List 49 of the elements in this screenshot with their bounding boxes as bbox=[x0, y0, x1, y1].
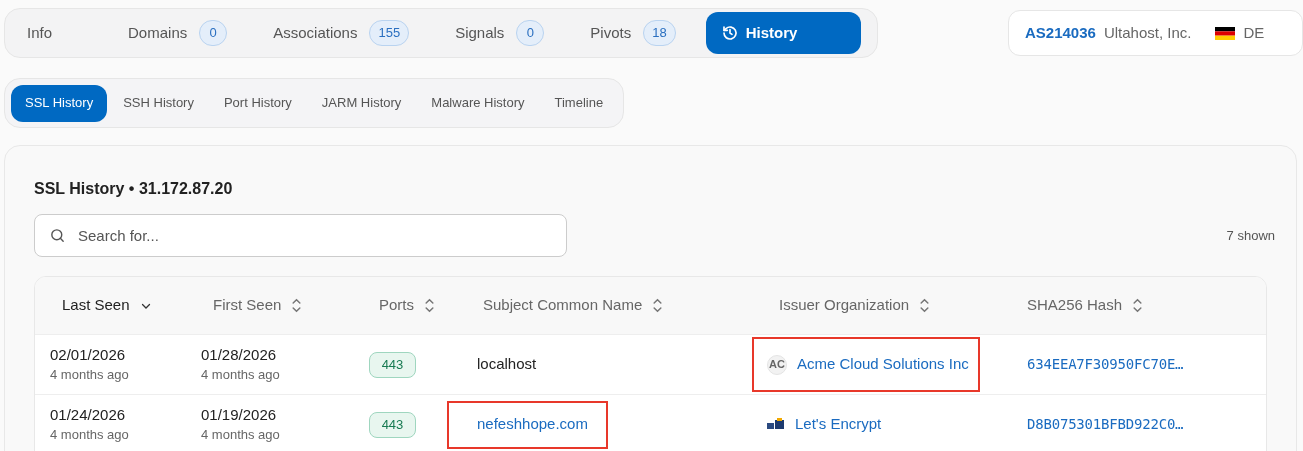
relative-time: 4 months ago bbox=[201, 425, 281, 444]
main-tab[interactable]: Domains 0 bbox=[112, 12, 244, 54]
count-badge: 0 bbox=[516, 20, 545, 46]
hash-link[interactable]: 634EEA7F30950FC70E… bbox=[1027, 354, 1266, 375]
sub-tab[interactable]: JARM History bbox=[307, 84, 416, 122]
main-tab[interactable]: Pivots 18 bbox=[574, 12, 692, 54]
column-header[interactable]: Issuer Organization bbox=[767, 294, 1027, 317]
count-badge: 155 bbox=[369, 20, 410, 46]
main-tab[interactable]: Associations 155 bbox=[257, 12, 426, 54]
search-field[interactable]: Search for... bbox=[34, 214, 567, 257]
issuer-link[interactable]: AC Acme Cloud Solutions Inc bbox=[752, 337, 980, 392]
count-badge: 18 bbox=[643, 20, 676, 46]
hash-link[interactable]: D8B075301BFBD922C0… bbox=[1027, 414, 1266, 435]
initials-avatar: AC bbox=[767, 354, 787, 375]
column-header[interactable]: Subject Common Name bbox=[477, 294, 767, 317]
panel-title: SSL History • 31.172.87.20 bbox=[34, 179, 234, 199]
main-tab[interactable]: Signals 0 bbox=[439, 12, 561, 54]
sub-tab[interactable]: Malware History bbox=[417, 84, 539, 122]
count-badge: 0 bbox=[199, 20, 228, 46]
search-icon bbox=[49, 227, 66, 244]
column-header[interactable]: SHA256 Hash bbox=[1027, 294, 1266, 317]
column-header[interactable]: First Seen bbox=[201, 294, 369, 317]
sub-tab[interactable]: SSH History bbox=[109, 84, 208, 122]
subject-link[interactable]: nefeshhope.com bbox=[447, 400, 608, 449]
port-badge: 443 bbox=[369, 351, 416, 378]
issuer-logo-icon bbox=[767, 417, 785, 432]
sub-tab[interactable]: SSL History bbox=[11, 84, 108, 122]
relative-time: 4 months ago bbox=[50, 425, 130, 444]
history-icon bbox=[721, 25, 738, 41]
main-tab[interactable]: Info bbox=[11, 12, 69, 54]
date-text: 01/28/2026 bbox=[201, 344, 278, 365]
column-header[interactable]: Ports bbox=[369, 294, 477, 317]
issuer-link[interactable]: Let's Encrypt bbox=[767, 397, 882, 451]
sub-tab[interactable]: Port History bbox=[209, 84, 306, 122]
shown-count: 7 shown bbox=[1226, 226, 1275, 245]
column-header[interactable]: Last Seen bbox=[35, 294, 201, 317]
subject-text: localhost bbox=[477, 354, 537, 375]
asn-org: Ultahost, Inc. bbox=[1103, 22, 1192, 43]
flag-icon bbox=[1215, 26, 1236, 40]
date-text: 02/01/2026 bbox=[50, 344, 127, 365]
date-text: 01/19/2026 bbox=[201, 404, 278, 425]
port-badge: 443 bbox=[369, 411, 416, 438]
sub-tab[interactable]: Timeline bbox=[540, 84, 618, 122]
main-tab[interactable]: History bbox=[705, 12, 861, 54]
asn-link[interactable]: AS214036 bbox=[1025, 21, 1096, 45]
relative-time: 4 months ago bbox=[201, 365, 281, 384]
relative-time: 4 months ago bbox=[50, 365, 130, 384]
country-code: DE bbox=[1243, 22, 1265, 43]
date-text: 01/24/2026 bbox=[50, 404, 127, 425]
